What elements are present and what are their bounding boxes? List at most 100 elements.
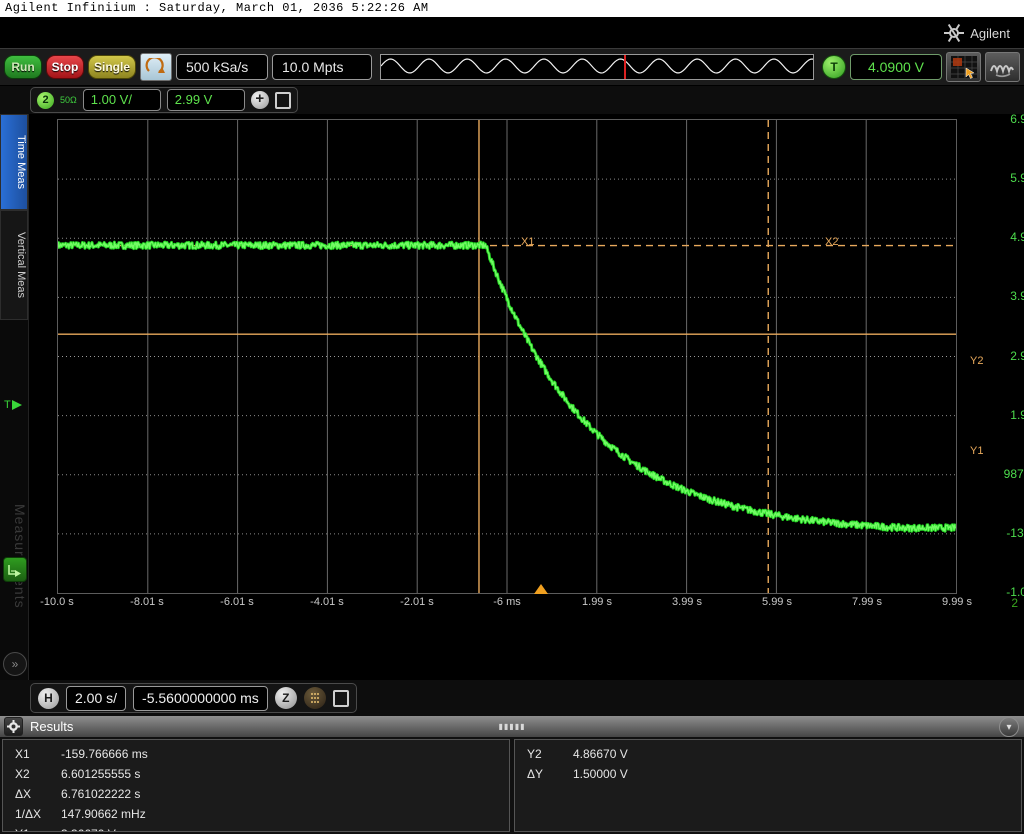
results-value: 147.90662 mHz <box>61 807 146 821</box>
x-axis-labels: -10.0 s -8.01 s -6.01 s -4.01 s -2.01 s -6 ms… <box>29 596 1024 616</box>
y-axis-labels: 6.99 V 5.99 V 4.99 V 3.99 V 2.99 V 1.99 V 987 … <box>969 112 1024 599</box>
square-icon[interactable] <box>332 689 349 707</box>
single-button[interactable]: Single <box>88 55 136 79</box>
ground-offset-icon[interactable] <box>3 557 27 582</box>
channel-bar: 2 50Ω 1.00 V/ 2.99 V + <box>0 86 1024 114</box>
y-axis-tick-4: 2.99 V <box>1010 348 1024 363</box>
square-icon[interactable] <box>274 91 291 109</box>
results-row[interactable]: Y13.36670 V <box>3 824 509 831</box>
results-left-column[interactable]: X1 -159.766666 ms X2 6.601255555 s ΔX 6.76102… <box>2 739 510 832</box>
horizontal-mode-icon[interactable]: H <box>38 687 59 709</box>
channel-number-badge[interactable]: 2 <box>37 91 54 109</box>
x-axis-tick-6: 1.99 s <box>582 596 612 608</box>
x-axis-tick-2: -6.01 s <box>220 596 254 608</box>
y-axis-tick-6: 987 mV <box>1003 466 1024 481</box>
gear-icon[interactable] <box>4 717 23 736</box>
chevron-collapse-icon[interactable]: ▾ <box>999 717 1019 737</box>
trigger-level-field[interactable]: 4.0900 V <box>850 54 942 80</box>
y-axis-tick-3: 3.99 V <box>1010 289 1024 304</box>
x-axis-tick-5: -6 ms <box>493 596 521 608</box>
memory-depth-field[interactable]: 10.0 Mpts <box>272 54 372 80</box>
brand-name: Agilent <box>970 25 1010 41</box>
results-key: ΔY <box>527 767 544 781</box>
trigger-position-marker[interactable] <box>534 584 548 594</box>
drag-grip-icon[interactable]: ▮▮▮▮▮ <box>498 722 525 731</box>
brand-band: Agilent <box>0 17 1024 48</box>
window-title-bar: Agilent Infiniium : Saturday, March 01, … <box>0 0 1024 17</box>
y-axis-tick-5: 1.99 V <box>1010 407 1024 422</box>
autoscale-waveform-icon[interactable] <box>985 52 1020 82</box>
volts-per-division-field[interactable]: 1.00 V/ <box>82 89 161 111</box>
x-axis-tick-8: 5.99 s <box>762 596 792 608</box>
x-axis-tick-1: -8.01 s <box>130 596 164 608</box>
x-axis-tick-0: -10.0 s <box>40 596 74 608</box>
results-title: Results <box>30 719 74 734</box>
persistence-icon[interactable] <box>303 687 326 709</box>
waveform-overview-icon[interactable] <box>380 54 814 80</box>
results-row[interactable]: X1 -159.766666 ms <box>3 744 509 764</box>
results-key: X2 <box>15 767 30 781</box>
results-row[interactable]: Y2 4.86670 V <box>515 744 1021 764</box>
channel-2-controls[interactable]: 2 50Ω 1.00 V/ 2.99 V + <box>30 87 298 113</box>
results-key: 1/ΔX <box>15 807 42 821</box>
agilent-logo: Agilent <box>944 23 1010 43</box>
results-key: Y1 <box>3 824 61 831</box>
sidebar-item-vertical-meas[interactable]: Vertical Meas <box>0 210 28 320</box>
graph-area: X1 X2 Y2 Y1 6.99 V5.99 V4.99 V3.99 V2.99… <box>29 112 1024 680</box>
main-body: Time Meas Vertical Meas Measurements T » <box>0 112 1024 680</box>
results-key: X1 <box>15 747 30 761</box>
channel-offset-field[interactable]: 2.99 V <box>166 89 245 111</box>
zoom-icon[interactable]: Z <box>274 687 297 709</box>
stop-button[interactable]: Stop <box>46 55 84 79</box>
cursor-x2-label[interactable]: X2 <box>825 236 838 248</box>
agilent-spark-icon <box>944 23 965 43</box>
y-axis-tick-1: 5.99 V <box>1010 171 1024 186</box>
results-row[interactable]: X2 6.601255555 s <box>3 764 509 784</box>
x-axis-tick-3: -4.01 s <box>310 596 344 608</box>
y-axis-tick-0: 6.99 V <box>1010 112 1024 126</box>
results-right-column[interactable]: Y2 4.86670 V ΔY 1.50000 V <box>514 739 1022 832</box>
plus-circle-icon[interactable]: + <box>250 91 269 109</box>
run-button[interactable]: Run <box>4 55 42 79</box>
results-key: ΔX <box>15 787 32 801</box>
sidebar-item-time-meas[interactable]: Time Meas <box>0 114 28 210</box>
main-toolbar: Run Stop Single 500 kSa/s 10.0 Mpts T 4.… <box>0 48 1024 86</box>
y-axis-tick-2: 4.99 V <box>1010 230 1024 245</box>
results-value: -159.766666 ms <box>61 747 148 761</box>
results-value: 4.86670 V <box>573 747 628 761</box>
trigger-marker-label: T <box>4 399 11 411</box>
x-axis-tick-7: 3.99 s <box>672 596 702 608</box>
graph-channel-indicator: 2 <box>1011 596 1018 610</box>
timebase-controls[interactable]: H 2.00 s/ -5.5600000000 ms Z <box>30 683 357 713</box>
channel-impedance-label: 50Ω <box>60 95 77 105</box>
results-panel: Results ▮▮▮▮▮ ▾ X1 -159.766666 ms X2 6.6012… <box>0 716 1024 834</box>
trigger-level-marker[interactable]: T <box>4 399 25 411</box>
cursor-x1-label[interactable]: X1 <box>521 236 534 248</box>
waveform-plot[interactable] <box>57 119 957 594</box>
x-axis-tick-4: -2.01 s <box>400 596 434 608</box>
results-value: 6.761022222 s <box>61 787 141 801</box>
results-row[interactable]: ΔY 1.50000 V <box>515 764 1021 784</box>
results-key: Y2 <box>527 747 542 761</box>
clear-display-icon[interactable] <box>140 53 172 81</box>
marker-select-icon[interactable] <box>946 52 981 82</box>
timebase-bar: H 2.00 s/ -5.5600000000 ms Z <box>0 680 1024 716</box>
y-axis-tick-7: -13 mV <box>1006 525 1024 540</box>
results-row[interactable]: ΔX 6.761022222 s <box>3 784 509 804</box>
x-axis-tick-10: 9.99 s <box>942 596 972 608</box>
overview-trigger-marker <box>624 55 626 79</box>
trigger-delay-field[interactable]: -5.5600000000 ms <box>133 685 268 711</box>
results-value: 6.601255555 s <box>61 767 141 781</box>
results-header: Results ▮▮▮▮▮ ▾ <box>0 716 1024 737</box>
chevron-right-icon[interactable]: » <box>3 652 27 676</box>
results-row[interactable]: 1/ΔX 147.90662 mHz <box>3 804 509 824</box>
results-value: 3.36670 V <box>61 824 116 831</box>
left-sidebar: Time Meas Vertical Meas Measurements T » <box>0 114 29 680</box>
trigger-arrow-icon <box>11 400 22 410</box>
results-value: 1.50000 V <box>573 767 628 781</box>
trigger-badge[interactable]: T <box>822 55 846 79</box>
time-per-division-field[interactable]: 2.00 s/ <box>66 685 127 711</box>
acquisition-rate-field[interactable]: 500 kSa/s <box>176 54 268 80</box>
results-body: X1 -159.766666 ms X2 6.601255555 s ΔX 6.76102… <box>0 737 1024 834</box>
x-axis-tick-9: 7.99 s <box>852 596 882 608</box>
